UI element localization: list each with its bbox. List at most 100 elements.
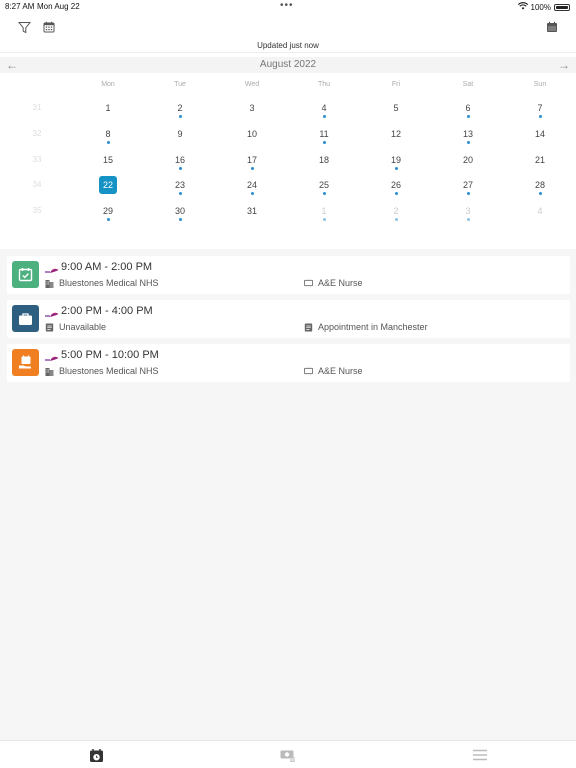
calendar-grid-icon[interactable] [40,18,58,36]
calendar-day[interactable]: 26 [376,178,416,196]
calendar-day[interactable]: 16 [160,153,200,171]
event-dot [179,166,182,170]
calendar-day[interactable]: 10 [232,127,272,145]
filter-icon[interactable] [15,18,33,36]
calendar-day[interactable]: 3 [232,101,272,119]
calendar-day[interactable]: 24 [232,178,272,196]
calendar-day[interactable]: 3 [448,204,488,222]
event-dot [395,192,398,196]
day-number: 9 [177,128,183,139]
calendar-day[interactable]: 19 [376,153,416,171]
status-right: 100% [517,2,570,12]
calendar-day[interactable]: 18 [304,153,344,171]
day-number: 24 [246,180,257,191]
shift-time: 2:00 PM - 4:00 PM [61,305,153,317]
day-number: 14 [534,128,545,139]
day-number: 18 [318,154,329,165]
building-icon [45,279,54,288]
location-text: Bluestones Medical NHS [59,278,159,288]
day-number: 21 [534,154,545,165]
day-number: 10 [246,128,257,139]
menu-icon[interactable] [471,747,489,763]
calendar-day[interactable]: 4 [304,101,344,119]
tab-bar [0,740,576,768]
event-dot [107,218,110,222]
battery-icon [554,3,570,11]
badge-card-icon [304,279,313,288]
calendar-day[interactable]: 2 [160,101,200,119]
calendar-day[interactable]: 6 [448,101,488,119]
shift-card[interactable]: 5:00 PM - 10:00 PM Bluestones Medical NHS… [7,344,570,382]
day-number: 30 [174,206,185,217]
calendar-day[interactable]: 5 [376,101,416,119]
month-calendar: ← August 2022 → Mon Tue Wed Thu Fri Sat Sun 31… [0,52,576,249]
event-dot [251,166,254,170]
calendar-day[interactable]: 1 [304,204,344,222]
event-dot [323,218,326,222]
month-label: August 2022 [259,59,317,70]
shift-role: A&E Nurse [304,278,363,288]
day-number: 3 [249,103,255,113]
weekday-label: Mon [101,81,115,88]
day-number: 1 [321,206,327,217]
calendar-day[interactable]: 31 [232,204,272,222]
calendar-clock-icon[interactable] [87,747,105,763]
calendar-day[interactable]: 14 [520,127,560,145]
shift-time: 5:00 PM - 10:00 PM [61,349,159,361]
day-number: 6 [465,103,471,113]
day-number: 4 [537,206,543,217]
day-number: 7 [537,103,543,113]
day-number: 26 [390,180,401,191]
calendar-day[interactable]: 9 [160,127,200,145]
calendar-day[interactable]: 1 [88,101,128,119]
calendar-day-selected[interactable]: 22 [88,176,128,196]
day-number: 29 [102,206,113,217]
calendar-day[interactable]: 23 [160,178,200,196]
weekday-label: Thu [317,81,331,88]
weekday-label: Sun [533,81,547,88]
shift-card[interactable]: 2:00 PM - 4:00 PM Unavailable Appointment … [7,300,570,338]
day-number: 2 [177,103,183,113]
calendar-day[interactable]: 30 [160,204,200,222]
calendar-day[interactable]: 27 [448,178,488,196]
event-dot [467,218,470,222]
event-dot [539,115,542,118]
money-icon[interactable] [279,747,297,763]
calendar-day[interactable]: 20 [448,153,488,171]
status-bar: 8:27 AM Mon Aug 22 ••• 100% [0,0,576,14]
arrow-right-icon[interactable]: → [558,57,570,73]
calendar-day[interactable]: 13 [448,127,488,145]
day-number: 3 [465,206,471,217]
day-number: 17 [246,154,257,165]
shift-location: Unavailable [45,322,106,332]
week-number: 31 [32,103,42,112]
brand-logo-icon [45,350,59,361]
calendar-day[interactable]: 29 [88,204,128,222]
calendar-day[interactable]: 2 [376,204,416,222]
brand-logo-icon [45,306,59,317]
role-text: Appointment in Manchester [318,322,428,332]
calendar-day[interactable]: 12 [376,127,416,145]
calendar-day[interactable]: 4 [520,204,560,222]
calendar-day[interactable]: 25 [304,178,344,196]
event-dot [395,166,398,170]
calendar-day[interactable]: 11 [304,127,344,145]
calendar-day[interactable]: 8 [88,127,128,145]
weekday-label: Fri [391,81,401,88]
calendar-day[interactable]: 17 [232,153,272,171]
day-number: 13 [462,128,473,139]
day-number: 4 [321,103,327,113]
week-number: 34 [32,180,42,190]
multitask-dots-icon[interactable]: ••• [280,0,294,11]
calendar-icon[interactable] [543,18,561,36]
toolbar [0,14,576,40]
day-number: 27 [462,180,473,191]
event-dot [323,140,326,144]
day-number: 15 [102,154,113,165]
calendar-day[interactable]: 15 [88,153,128,171]
event-dot [539,192,542,196]
calendar-day[interactable]: 7 [520,101,560,119]
calendar-day[interactable]: 28 [520,178,560,196]
shift-card[interactable]: 9:00 AM - 2:00 PM Bluestones Medical NHS A… [7,256,570,294]
calendar-day[interactable]: 21 [520,153,560,171]
